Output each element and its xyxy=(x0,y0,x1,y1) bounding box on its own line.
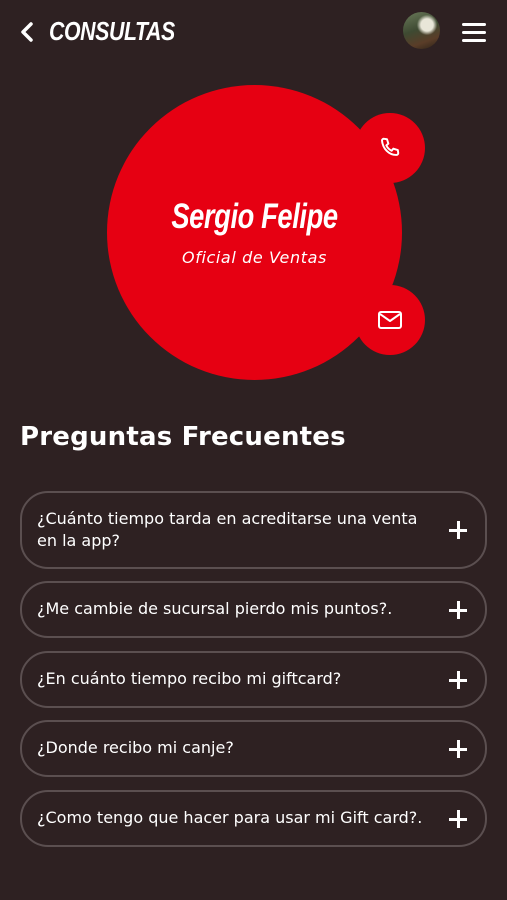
faq-question: ¿Como tengo que hacer para usar mi Gift … xyxy=(37,808,423,827)
plus-icon[interactable] xyxy=(449,810,467,828)
chevron-left-icon xyxy=(21,22,33,42)
contact-role: Oficial de Ventas xyxy=(182,248,327,267)
email-button[interactable] xyxy=(355,285,425,355)
mail-icon xyxy=(378,311,402,329)
faq-question: ¿Me cambie de sucursal pierdo mis puntos… xyxy=(37,599,393,618)
hamburger-menu-icon[interactable] xyxy=(462,18,492,46)
page-title: CONSULTAS xyxy=(49,16,175,46)
faq-question: ¿Donde recibo mi canje? xyxy=(37,738,234,757)
faq-question: ¿Cuánto tiempo tarda en acreditarse una … xyxy=(37,509,418,550)
faq-item[interactable]: ¿Me cambie de sucursal pierdo mis puntos… xyxy=(20,581,487,638)
plus-icon[interactable] xyxy=(449,601,467,619)
plus-icon[interactable] xyxy=(449,521,467,539)
call-button[interactable] xyxy=(355,113,425,183)
top-bar: CONSULTAS xyxy=(0,0,507,64)
faq-item[interactable]: ¿Cuánto tiempo tarda en acreditarse una … xyxy=(20,491,487,569)
contact-name: Sergio Felipe xyxy=(171,197,338,236)
plus-icon[interactable] xyxy=(449,671,467,689)
faq-item[interactable]: ¿Como tengo que hacer para usar mi Gift … xyxy=(20,790,487,847)
phone-icon xyxy=(381,137,400,156)
faq-question: ¿En cuánto tiempo recibo mi giftcard? xyxy=(37,669,342,688)
back-button[interactable] xyxy=(14,18,40,46)
faq-section-title: Preguntas Frecuentes xyxy=(20,422,346,452)
user-avatar[interactable] xyxy=(403,12,440,49)
faq-item[interactable]: ¿Donde recibo mi canje? xyxy=(20,720,487,777)
plus-icon[interactable] xyxy=(449,740,467,758)
faq-item[interactable]: ¿En cuánto tiempo recibo mi giftcard? xyxy=(20,651,487,708)
consultas-screen: CONSULTAS Sergio Felipe Oficial de Venta… xyxy=(0,0,507,900)
